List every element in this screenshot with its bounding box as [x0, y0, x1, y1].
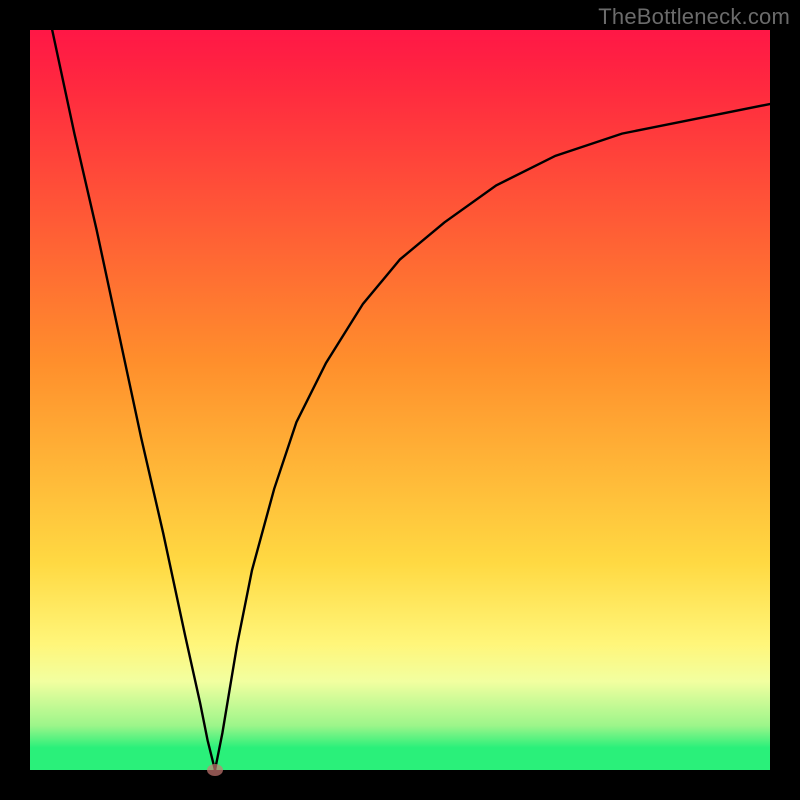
watermark-text: TheBottleneck.com — [598, 4, 790, 30]
plot-gradient-area — [30, 30, 770, 770]
chart-frame: TheBottleneck.com — [0, 0, 800, 800]
